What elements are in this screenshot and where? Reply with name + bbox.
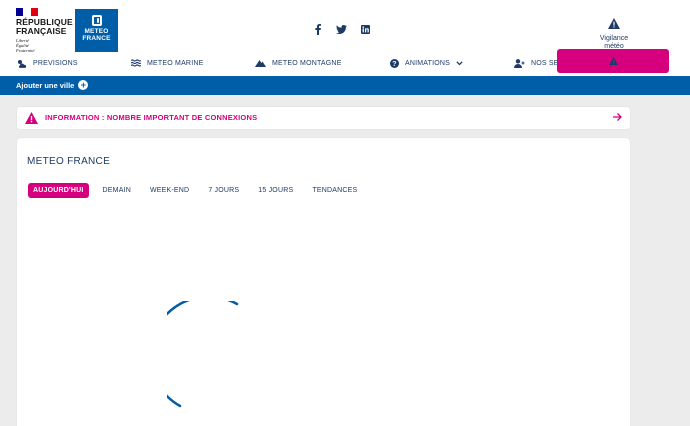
twitter-icon[interactable] — [336, 24, 347, 35]
nav-meteo-marine[interactable]: METEO MARINE — [131, 59, 203, 67]
vigilance-alert-panel[interactable] — [557, 49, 669, 73]
nav-previsions[interactable]: PREVISIONS — [17, 59, 78, 68]
vigilance-label-line1: Vigilance — [599, 35, 629, 42]
loading-spinner — [167, 301, 239, 408]
republique-francaise-logo[interactable]: RÉPUBLIQUE FRANÇAISE Liberté Égalité Fra… — [16, 8, 73, 53]
information-banner-text: INFORMATION : NOMBRE IMPORTANT DE CONNEX… — [45, 113, 258, 122]
forecast-card: METEO FRANCE AUJOURD'HUI DEMAIN WEEK-END… — [17, 138, 630, 426]
arrow-right-icon — [613, 113, 622, 121]
waves-icon — [131, 59, 141, 67]
nav-animations-label: ANIMATIONS — [405, 60, 451, 67]
sun-cloud-icon — [18, 60, 27, 68]
information-banner[interactable]: INFORMATION : NOMBRE IMPORTANT DE CONNEX… — [17, 107, 630, 129]
motto-fraternite: Fraternité — [16, 48, 35, 53]
warning-icon — [608, 18, 620, 29]
tab-15-jours[interactable]: 15 JOURS — [253, 183, 298, 198]
nav-meteo-montagne[interactable]: METEO MONTAGNE — [255, 59, 342, 67]
add-city-button[interactable]: Ajouter une ville + — [16, 80, 89, 90]
tab-week-end[interactable]: WEEK-END — [145, 183, 194, 198]
mountain-icon — [255, 60, 266, 67]
nav-previsions-label: PREVISIONS — [33, 60, 78, 67]
tab-tendances[interactable]: TENDANCES — [307, 183, 362, 198]
meteo-logo-line2: FRANCE — [82, 35, 111, 42]
page-title: METEO FRANCE — [27, 156, 111, 167]
nav-meteo-montagne-label: METEO MONTAGNE — [272, 59, 342, 67]
social-links — [312, 24, 371, 35]
chevron-down-icon — [456, 61, 463, 66]
warning-icon — [25, 112, 38, 124]
meteo-france-mark-icon — [91, 15, 102, 26]
linkedin-icon[interactable] — [360, 24, 371, 35]
meteo-france-logo[interactable]: METEO FRANCE — [75, 9, 118, 52]
rf-title-line2: FRANÇAISE — [16, 26, 67, 36]
rf-motto: Liberté Égalité Fraternité — [16, 38, 68, 53]
facebook-icon[interactable] — [312, 24, 323, 35]
add-city-label: Ajouter une ville — [16, 80, 75, 90]
meteo-logo-line1: METEO — [84, 28, 109, 35]
french-flag-icon — [16, 8, 38, 16]
vigilance-meteo-button[interactable]: Vigilance météo — [588, 14, 640, 51]
svg-text:?: ? — [392, 61, 396, 68]
tab-demain[interactable]: DEMAIN — [98, 183, 136, 198]
cities-bar: Ajouter une ville + — [0, 76, 690, 95]
tab-aujourdhui[interactable]: AUJOURD'HUI — [28, 183, 89, 198]
warning-icon — [608, 57, 618, 65]
nav-animations[interactable]: ? ANIMATIONS — [390, 59, 463, 68]
question-circle-icon: ? — [390, 59, 399, 68]
user-plus-icon — [514, 59, 525, 68]
plus-circle-icon: + — [78, 80, 89, 90]
forecast-tabs: AUJOURD'HUI DEMAIN WEEK-END 7 JOURS 15 J… — [28, 183, 371, 198]
site-header: RÉPUBLIQUE FRANÇAISE Liberté Égalité Fra… — [0, 0, 690, 54]
nav-meteo-marine-label: METEO MARINE — [147, 59, 204, 67]
tab-7-jours[interactable]: 7 JOURS — [203, 183, 244, 198]
